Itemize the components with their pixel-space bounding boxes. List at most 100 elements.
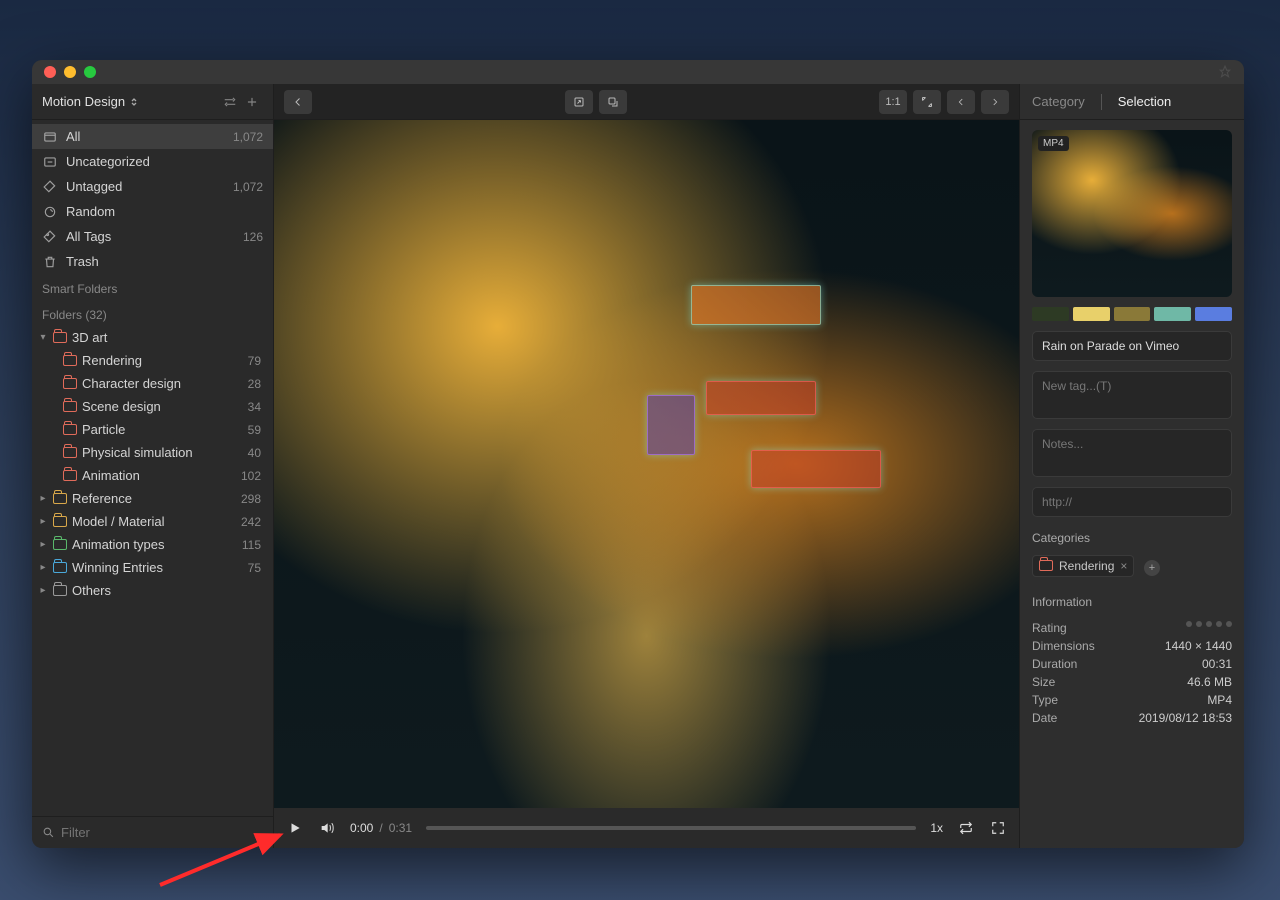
- folder-icon: [52, 332, 68, 343]
- sidebar-item-all[interactable]: All1,072: [32, 124, 273, 149]
- loop-button[interactable]: [957, 819, 975, 837]
- folder-rendering[interactable]: Rendering79: [32, 349, 273, 372]
- fullscreen-button[interactable]: [989, 819, 1007, 837]
- tags-icon: [42, 230, 58, 244]
- library-switcher[interactable]: Motion Design: [42, 94, 219, 109]
- folder-icon: [62, 378, 78, 389]
- library-header: Motion Design: [32, 84, 273, 120]
- rating-stars[interactable]: [1186, 621, 1232, 635]
- random-icon: [42, 205, 58, 219]
- add-button[interactable]: [241, 91, 263, 113]
- speed-button[interactable]: 1x: [930, 821, 943, 835]
- tab-category[interactable]: Category: [1032, 90, 1085, 113]
- pin-icon[interactable]: [1218, 65, 1232, 79]
- chevron-updown-icon: [129, 97, 139, 107]
- folder-reference[interactable]: ▸Reference298: [32, 487, 273, 510]
- disclosure-icon[interactable]: ▸: [38, 562, 48, 573]
- folder-others[interactable]: ▸Others: [32, 579, 273, 602]
- uncat-icon: [42, 155, 58, 169]
- folder-animation[interactable]: Animation102: [32, 464, 273, 487]
- preview-viewport[interactable]: [274, 120, 1019, 808]
- smart-folders-label: Smart Folders: [32, 274, 273, 300]
- seek-bar[interactable]: [426, 826, 916, 830]
- folder-model-material[interactable]: ▸Model / Material242: [32, 510, 273, 533]
- folder-icon: [62, 401, 78, 412]
- folder-animation-types[interactable]: ▸Animation types115: [32, 533, 273, 556]
- folder-character-design[interactable]: Character design28: [32, 372, 273, 395]
- inspector-pane: Category Selection MP4 Rain on Parade on…: [1020, 84, 1244, 848]
- folder-winning-entries[interactable]: ▸Winning Entries75: [32, 556, 273, 579]
- add-category-button[interactable]: +: [1144, 560, 1160, 576]
- info-row-size: Size46.6 MB: [1032, 673, 1232, 691]
- time-display: 0:00 / 0:31: [350, 821, 412, 835]
- fit-button[interactable]: [913, 90, 941, 114]
- folder-icon: [52, 562, 68, 573]
- minimize-window-icon[interactable]: [64, 66, 76, 78]
- format-badge: MP4: [1038, 136, 1069, 151]
- preview-media: [274, 120, 1019, 808]
- zoom-window-icon[interactable]: [84, 66, 96, 78]
- disclosure-icon[interactable]: ▸: [38, 539, 48, 550]
- sidebar-item-all-tags[interactable]: All Tags126: [32, 224, 273, 249]
- notes-input[interactable]: Notes...: [1032, 429, 1232, 477]
- disclosure-icon[interactable]: ▸: [38, 493, 48, 504]
- sidebar-item-random[interactable]: Random: [32, 199, 273, 224]
- categories-row: Rendering × +: [1032, 555, 1232, 577]
- folder-icon: [62, 470, 78, 481]
- app-window: Motion Design All1,072UncategorizedUntag…: [32, 60, 1244, 848]
- title-field[interactable]: Rain on Parade on Vimeo: [1032, 331, 1232, 361]
- sidebar-item-untagged[interactable]: Untagged1,072: [32, 174, 273, 199]
- thumbnail[interactable]: MP4: [1032, 130, 1232, 297]
- inspector-tabs: Category Selection: [1020, 84, 1244, 120]
- folder-icon: [62, 424, 78, 435]
- sidebar-list[interactable]: All1,072UncategorizedUntagged1,072Random…: [32, 120, 273, 816]
- close-window-icon[interactable]: [44, 66, 56, 78]
- tag-input[interactable]: New tag...(T): [1032, 371, 1232, 419]
- sidebar-item-trash[interactable]: Trash: [32, 249, 273, 274]
- sidebar: Motion Design All1,072UncategorizedUntag…: [32, 84, 274, 848]
- color-swatch[interactable]: [1114, 307, 1151, 321]
- disclosure-icon[interactable]: ▾: [38, 332, 48, 343]
- time-sep: /: [379, 821, 382, 835]
- color-swatch[interactable]: [1032, 307, 1069, 321]
- next-button[interactable]: [981, 90, 1009, 114]
- tab-selection[interactable]: Selection: [1118, 90, 1171, 113]
- info-row-type: TypeMP4: [1032, 691, 1232, 709]
- player-bar: 0:00 / 0:31 1x: [274, 808, 1019, 848]
- folder-icon: [62, 355, 78, 366]
- folder-physical-simulation[interactable]: Physical simulation40: [32, 441, 273, 464]
- library-name: Motion Design: [42, 94, 125, 109]
- folder-3d-art[interactable]: ▾3D art: [32, 326, 273, 349]
- all-icon: [42, 130, 58, 144]
- open-external-button[interactable]: [565, 90, 593, 114]
- color-swatches: [1032, 307, 1232, 321]
- folder-particle[interactable]: Particle59: [32, 418, 273, 441]
- preview-toolbar: 1:1: [274, 84, 1019, 120]
- back-button[interactable]: [284, 90, 312, 114]
- window-controls: [44, 66, 96, 78]
- folder-icon: [52, 539, 68, 550]
- url-input[interactable]: http://: [1032, 487, 1232, 517]
- volume-button[interactable]: [318, 819, 336, 837]
- folder-icon: [52, 516, 68, 527]
- scale-actual-button[interactable]: 1:1: [879, 90, 907, 114]
- folder-icon: [52, 585, 68, 596]
- category-chip[interactable]: Rendering ×: [1032, 555, 1134, 577]
- info-row-rating: Rating: [1032, 619, 1232, 637]
- remove-chip-icon[interactable]: ×: [1120, 559, 1127, 573]
- folder-scene-design[interactable]: Scene design34: [32, 395, 273, 418]
- prev-button[interactable]: [947, 90, 975, 114]
- toggle-sidebar-button[interactable]: [219, 91, 241, 113]
- sidebar-item-uncategorized[interactable]: Uncategorized: [32, 149, 273, 174]
- disclosure-icon[interactable]: ▸: [38, 516, 48, 527]
- time-duration: 0:31: [389, 821, 412, 835]
- color-swatch[interactable]: [1073, 307, 1110, 321]
- disclosure-icon[interactable]: ▸: [38, 585, 48, 596]
- open-window-button[interactable]: [599, 90, 627, 114]
- color-swatch[interactable]: [1154, 307, 1191, 321]
- annotation-arrow: [150, 830, 290, 890]
- color-swatch[interactable]: [1195, 307, 1232, 321]
- inspector-body: MP4 Rain on Parade on Vimeo New tag...(T…: [1020, 120, 1244, 848]
- folder-icon: [1039, 560, 1053, 571]
- folder-icon: [62, 447, 78, 458]
